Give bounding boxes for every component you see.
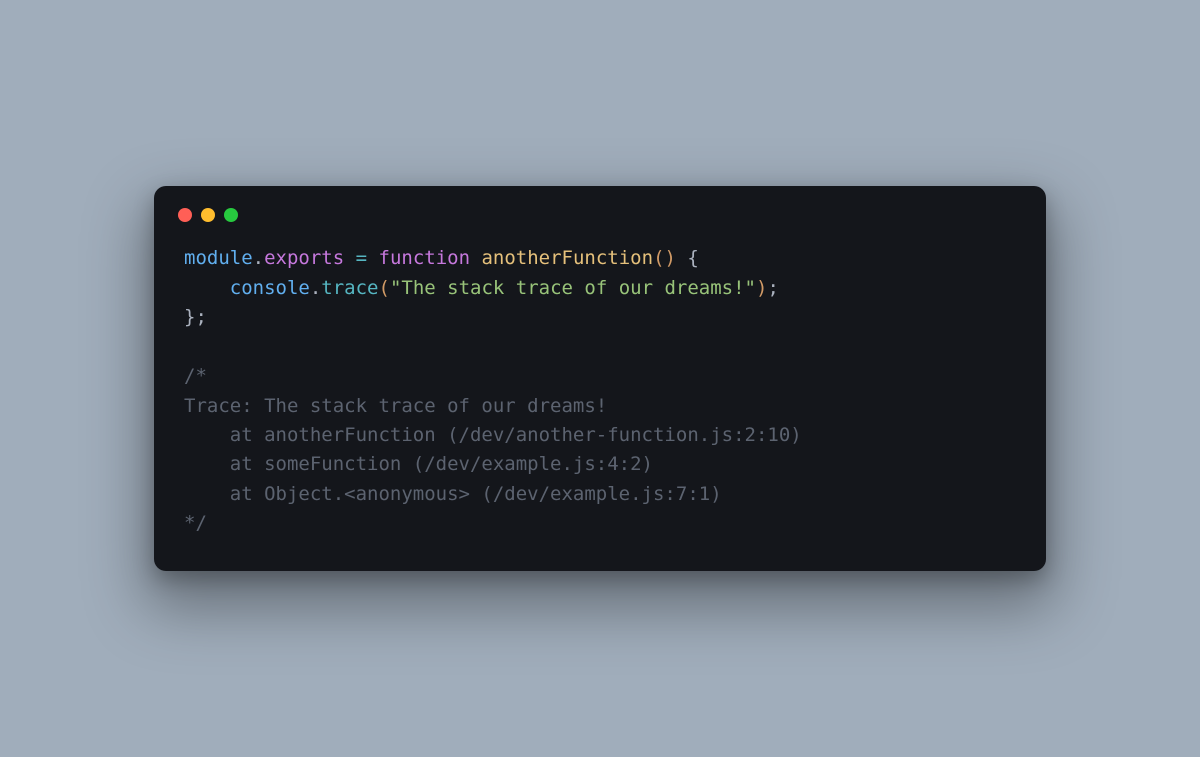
comment-line-1: Trace: The stack trace of our dreams!: [184, 395, 607, 417]
code-block: module.exports = function anotherFunctio…: [154, 230, 1046, 542]
token-space: [470, 247, 481, 269]
code-window: module.exports = function anotherFunctio…: [154, 186, 1046, 570]
comment-close: */: [184, 512, 207, 534]
token-lpar: (: [653, 247, 664, 269]
comment-open: /*: [184, 365, 207, 387]
token-eq: =: [344, 247, 378, 269]
token-lbrace: {: [687, 247, 698, 269]
token-string: "The stack trace of our dreams!": [390, 277, 756, 299]
comment-line-3: at someFunction (/dev/example.js:4:2): [184, 453, 653, 475]
token-rbrace: }: [184, 306, 195, 328]
close-icon[interactable]: [178, 208, 192, 222]
token-console: console: [230, 277, 310, 299]
token-lpar2: (: [379, 277, 390, 299]
token-rpar2: ): [756, 277, 767, 299]
token-indent: [184, 277, 230, 299]
token-exports: exports: [264, 247, 344, 269]
comment-line-4: at Object.<anonymous> (/dev/example.js:7…: [184, 483, 722, 505]
token-trace: trace: [321, 277, 378, 299]
token-module: module: [184, 247, 253, 269]
token-function-kw: function: [379, 247, 471, 269]
token-rpar: ): [665, 247, 688, 269]
stage: module.exports = function anotherFunctio…: [0, 0, 1200, 757]
token-fn-name: anotherFunction: [481, 247, 653, 269]
token-semi: ;: [767, 277, 778, 299]
token-dot2: .: [310, 277, 321, 299]
comment-line-2: at anotherFunction (/dev/another-functio…: [184, 424, 802, 446]
window-titlebar: [154, 208, 1046, 230]
zoom-icon[interactable]: [224, 208, 238, 222]
token-dot: .: [253, 247, 264, 269]
minimize-icon[interactable]: [201, 208, 215, 222]
token-semi2: ;: [195, 306, 206, 328]
